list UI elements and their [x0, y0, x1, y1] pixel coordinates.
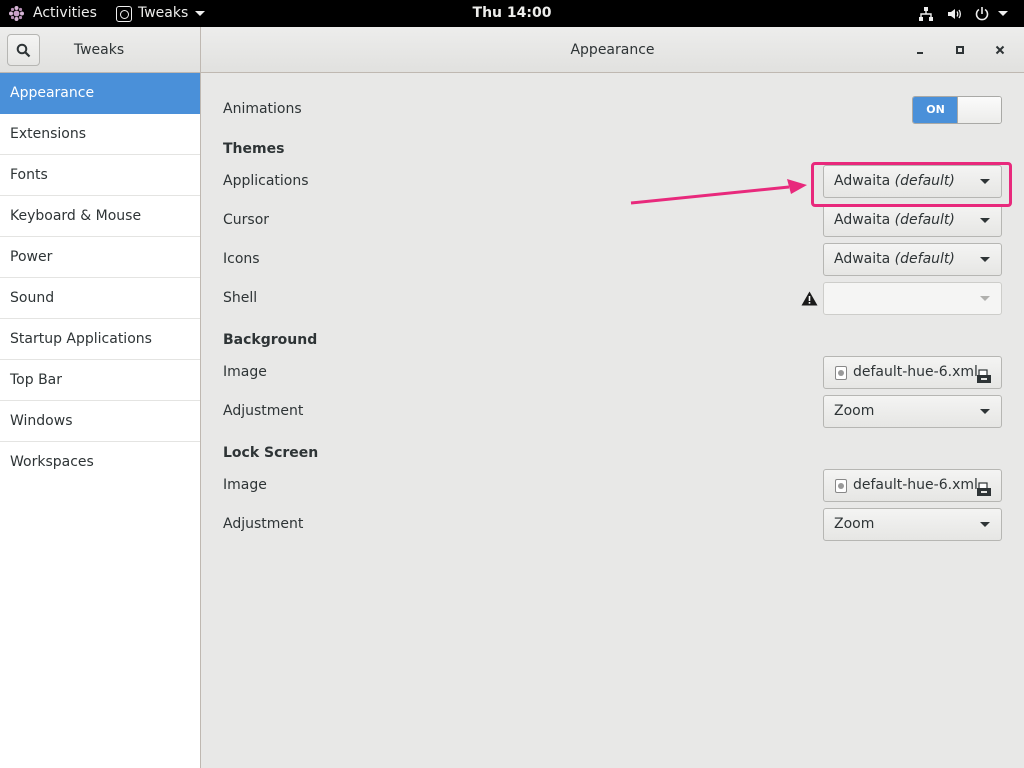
sidebar-item-fonts[interactable]: Fonts [0, 155, 200, 196]
dropdown-default-suffix: (default) [894, 251, 955, 267]
lock-screen-image-file-chooser[interactable]: default-hue-6.xml [823, 469, 1002, 502]
chevron-down-icon [980, 218, 990, 223]
activities-button[interactable]: Activities [8, 0, 97, 27]
maximize-icon [956, 46, 964, 54]
animations-label: Animations [223, 101, 302, 117]
tweaks-window: Tweaks Appearance Appearance Extensions … [0, 27, 1024, 768]
close-icon [995, 45, 1005, 55]
tweaks-app-icon [116, 5, 132, 22]
sidebar-item-appearance[interactable]: Appearance [0, 73, 200, 114]
shell-label: Shell [223, 290, 258, 306]
app-menu-button[interactable]: Tweaks [116, 0, 206, 27]
lock-screen-image-label: Image [223, 477, 267, 493]
appearance-panel: Animations ON Themes Applications Adwait… [201, 73, 1024, 768]
page-title: Appearance [570, 42, 655, 58]
cursor-theme-dropdown[interactable]: Adwaita (default) [823, 204, 1002, 237]
lock-screen-adjustment-dropdown[interactable]: Zoom [823, 508, 1002, 541]
chevron-down-icon [980, 522, 990, 527]
chevron-down-icon [980, 409, 990, 414]
app-menu-label: Tweaks [138, 5, 189, 21]
header-left-pane: Tweaks [0, 27, 201, 73]
cursor-label: Cursor [223, 212, 270, 228]
chevron-down-icon [998, 11, 1008, 16]
dropdown-default-suffix: (default) [894, 212, 955, 228]
search-icon [16, 43, 31, 57]
dropdown-value: Adwaita [834, 173, 891, 189]
power-icon [974, 6, 990, 22]
background-heading: Background [223, 332, 318, 348]
switch-on-label: ON [913, 97, 958, 123]
background-image-label: Image [223, 364, 267, 380]
file-name: default-hue-6.xml [853, 364, 978, 380]
network-icon [918, 6, 934, 22]
themes-heading: Themes [223, 141, 285, 157]
animations-switch[interactable]: ON [912, 96, 1002, 124]
maximize-button[interactable] [948, 38, 972, 62]
background-image-file-chooser[interactable]: default-hue-6.xml [823, 356, 1002, 389]
sidebar-item-windows[interactable]: Windows [0, 401, 200, 442]
shell-theme-dropdown [823, 282, 1002, 315]
sidebar-item-workspaces[interactable]: Workspaces [0, 442, 200, 483]
chevron-down-icon [195, 11, 206, 16]
dropdown-value: Zoom [834, 516, 875, 532]
applications-theme-dropdown[interactable]: Adwaita (default) [823, 165, 1002, 198]
annotation-arrow-icon [630, 179, 807, 205]
open-folder-icon [976, 365, 992, 396]
header-bar: Tweaks Appearance [0, 27, 1024, 73]
lock-screen-heading: Lock Screen [223, 445, 319, 461]
background-adjustment-label: Adjustment [223, 403, 304, 419]
activities-label: Activities [33, 5, 97, 21]
background-adjustment-dropdown[interactable]: Zoom [823, 395, 1002, 428]
image-file-icon [835, 479, 847, 493]
icons-label: Icons [223, 251, 260, 267]
minimize-button[interactable] [908, 38, 932, 62]
volume-icon [946, 6, 962, 22]
dropdown-value: Adwaita [834, 212, 891, 228]
sidebar-title: Tweaks [73, 42, 125, 58]
chevron-down-icon [980, 179, 990, 184]
sidebar-item-top-bar[interactable]: Top Bar [0, 360, 200, 401]
warning-icon [801, 291, 818, 310]
sidebar: Appearance Extensions Fonts Keyboard & M… [0, 73, 201, 768]
sidebar-item-startup-applications[interactable]: Startup Applications [0, 319, 200, 360]
dropdown-value: Adwaita [834, 251, 891, 267]
system-status-menu[interactable] [918, 0, 1008, 27]
open-folder-icon [976, 478, 992, 509]
gnome-logo-icon [8, 5, 25, 22]
dropdown-value: Zoom [834, 403, 875, 419]
close-button[interactable] [988, 38, 1012, 62]
sidebar-item-power[interactable]: Power [0, 237, 200, 278]
lock-screen-adjustment-label: Adjustment [223, 516, 304, 532]
chevron-down-icon [980, 296, 990, 301]
applications-label: Applications [223, 173, 309, 189]
sidebar-item-keyboard-mouse[interactable]: Keyboard & Mouse [0, 196, 200, 237]
dropdown-default-suffix: (default) [894, 173, 955, 189]
sidebar-item-extensions[interactable]: Extensions [0, 114, 200, 155]
sidebar-item-sound[interactable]: Sound [0, 278, 200, 319]
image-file-icon [835, 366, 847, 380]
chevron-down-icon [980, 257, 990, 262]
icons-theme-dropdown[interactable]: Adwaita (default) [823, 243, 1002, 276]
search-button[interactable] [7, 34, 40, 66]
switch-slider [957, 97, 1001, 123]
top-bar: Activities Tweaks Thu 14:00 [0, 0, 1024, 27]
minimize-icon [917, 52, 923, 54]
file-name: default-hue-6.xml [853, 477, 978, 493]
